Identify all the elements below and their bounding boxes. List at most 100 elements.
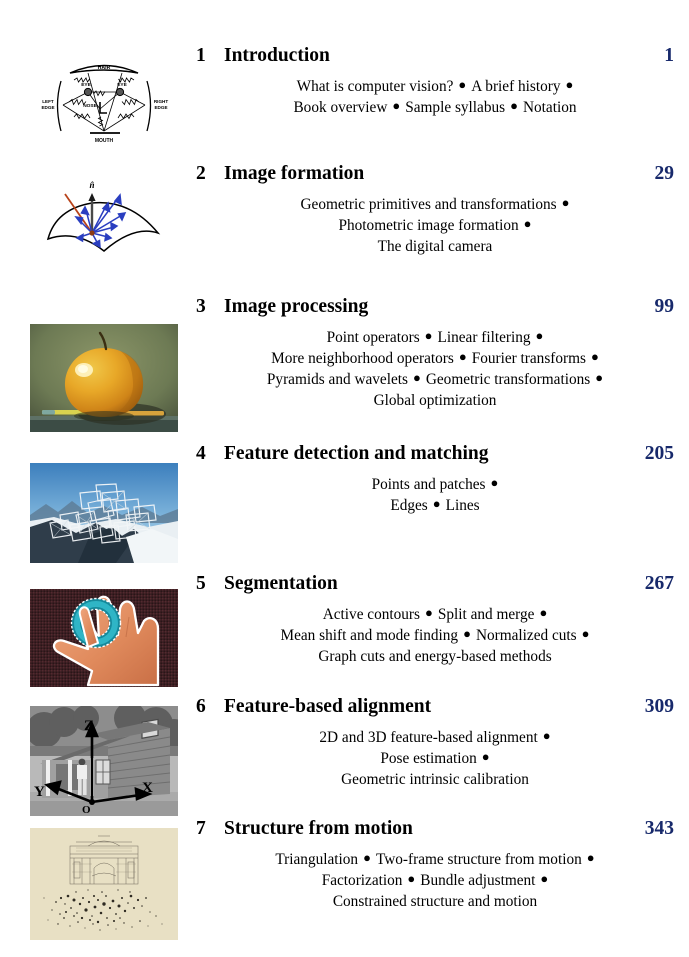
- chapter-heading-2[interactable]: 2 Image formation 29: [196, 163, 680, 185]
- topic-label[interactable]: Notation: [523, 99, 577, 116]
- topic-label[interactable]: Geometric intrinsic calibration: [341, 771, 529, 788]
- chapter-page-number: 343: [644, 818, 674, 839]
- chapter-thumbnail-3: [30, 324, 178, 432]
- topic-label[interactable]: Bundle adjustment: [420, 872, 535, 889]
- pictorial-structures-face-model-diagram: HAIR LEFT EDGE RIGHT EDGE EYE EYE NOSE M…: [30, 47, 178, 157]
- topic-line: Photometric image formation ●: [196, 215, 674, 236]
- chapter-topics-4: Points and patches ● Edges ● Lines: [196, 474, 680, 516]
- chapter-heading-3[interactable]: 3 Image processing 99: [196, 296, 680, 318]
- topic-label[interactable]: Triangulation: [275, 851, 358, 868]
- topic-label[interactable]: Pyramids and wavelets: [267, 371, 408, 388]
- svg-text:EDGE: EDGE: [41, 105, 54, 110]
- bullet-separator-icon: ●: [424, 328, 433, 343]
- topic-label[interactable]: What is computer vision?: [297, 78, 454, 95]
- topic-label[interactable]: Constrained structure and motion: [333, 893, 537, 910]
- svg-text:HAIR: HAIR: [98, 65, 111, 71]
- chapter-heading-7[interactable]: 7 Structure from motion 343: [196, 818, 680, 840]
- chapter-heading-6[interactable]: 6 Feature-based alignment 309: [196, 696, 680, 718]
- bullet-separator-icon: ●: [458, 349, 467, 364]
- topic-label[interactable]: Mean shift and mode finding: [281, 627, 459, 644]
- topic-line: Global optimization: [196, 390, 674, 411]
- topic-label[interactable]: Active contours: [323, 606, 420, 623]
- chapter-thumbnail-6: Z X Y O: [30, 706, 178, 816]
- bullet-separator-icon: ●: [581, 626, 590, 641]
- chapter-title: Introduction: [224, 45, 330, 66]
- bullet-separator-icon: ●: [510, 98, 518, 113]
- chapter-heading-4[interactable]: 4 Feature detection and matching 205: [196, 443, 680, 465]
- bullet-separator-icon: ●: [595, 370, 604, 385]
- topic-label[interactable]: Graph cuts and energy-based methods: [318, 648, 551, 665]
- chapter-title: Feature-based alignment: [224, 696, 432, 717]
- topic-label[interactable]: Points and patches: [372, 476, 486, 493]
- topic-label[interactable]: More neighborhood operators: [271, 350, 454, 367]
- svg-text:EYE: EYE: [117, 82, 127, 88]
- topic-label[interactable]: Pose estimation: [380, 750, 476, 767]
- topic-label[interactable]: Normalized cuts: [476, 627, 577, 644]
- bullet-separator-icon: ●: [590, 349, 599, 364]
- topic-label[interactable]: Geometric transformations: [426, 371, 590, 388]
- bullet-separator-icon: ●: [463, 626, 471, 641]
- chapter-topics-6: 2D and 3D feature-based alignment ● Pose e…: [196, 727, 680, 790]
- chapter-heading-1[interactable]: 1 Introduction 1: [196, 45, 680, 67]
- topic-label[interactable]: Fourier transforms: [472, 350, 586, 367]
- topic-label[interactable]: Linear filtering: [438, 329, 531, 346]
- chapter-thumbnail-5: [30, 589, 178, 687]
- topic-line: Book overview ● Sample syllabus ● Notation: [196, 97, 674, 118]
- chapter-page-number: 309: [644, 696, 674, 717]
- topic-label[interactable]: Two-frame structure from motion: [376, 851, 582, 868]
- chapter-title: Image formation: [224, 163, 365, 184]
- chapter-text-6: 6 Feature-based alignment 309 2D and 3D …: [196, 696, 680, 790]
- svg-text:RIGHT: RIGHT: [154, 99, 168, 104]
- bullet-separator-icon: ●: [407, 871, 416, 886]
- bullet-separator-icon: ●: [542, 728, 551, 743]
- chapter-thumbnail-7: [30, 828, 178, 940]
- topic-label[interactable]: Factorization: [322, 872, 403, 889]
- bullet-separator-icon: ●: [535, 328, 544, 343]
- chapter-text-4: 4 Feature detection and matching 205 Poi…: [196, 443, 680, 516]
- topic-label[interactable]: Split and merge: [438, 606, 535, 623]
- svg-text:Z: Z: [84, 718, 94, 734]
- topic-label[interactable]: 2D and 3D feature-based alignment: [319, 729, 537, 746]
- chapter-thumbnail-4: [30, 463, 178, 563]
- svg-text:EYE: EYE: [81, 82, 91, 88]
- svg-text:n̂: n̂: [89, 180, 94, 190]
- topic-label[interactable]: The digital camera: [378, 238, 493, 255]
- chapter-number: 5: [196, 573, 206, 594]
- chapter-topics-5: Active contours ● Split and merge ● Mean shi…: [196, 604, 680, 667]
- topic-line: The digital camera: [196, 236, 674, 257]
- topic-line: Pose estimation ●: [196, 748, 674, 769]
- chapter-number: 4: [196, 443, 206, 464]
- chapter-title: Feature detection and matching: [224, 443, 489, 464]
- brdf-surface-reflection-diagram: n̂: [30, 173, 178, 273]
- topic-label[interactable]: Edges: [390, 497, 427, 514]
- topic-label[interactable]: Sample syllabus: [405, 99, 505, 116]
- topic-label[interactable]: Global optimization: [374, 392, 497, 409]
- topic-line: What is computer vision? ● A brief history…: [196, 76, 674, 97]
- topic-line: More neighborhood operators ● Fourier tran…: [196, 348, 674, 369]
- chapter-number: 7: [196, 818, 206, 839]
- chapter-page-number: 267: [644, 573, 674, 594]
- topic-label[interactable]: Point operators: [327, 329, 420, 346]
- bullet-separator-icon: ●: [363, 850, 371, 865]
- topic-label[interactable]: Lines: [446, 497, 480, 514]
- bullet-separator-icon: ●: [523, 216, 532, 231]
- topic-label[interactable]: Book overview: [293, 99, 387, 116]
- topic-line: Pyramids and wavelets ● Geometric transfor…: [196, 369, 674, 390]
- svg-text:NOSE: NOSE: [83, 103, 97, 109]
- topic-line: Mean shift and mode finding ● Normalized c…: [196, 625, 674, 646]
- svg-text:LEFT: LEFT: [42, 99, 54, 104]
- bullet-separator-icon: ●: [392, 98, 401, 113]
- topic-label[interactable]: Geometric primitives and transformations: [300, 196, 556, 213]
- topic-label[interactable]: Photometric image formation: [339, 217, 519, 234]
- chapter-text-1: 1 Introduction 1 What is computer vision…: [196, 45, 680, 118]
- bullet-separator-icon: ●: [412, 370, 421, 385]
- topic-label[interactable]: A brief history: [471, 78, 560, 95]
- chapter-text-3: 3 Image processing 99 Point operators ● Li…: [196, 296, 680, 411]
- topic-line: Factorization ● Bundle adjustment ●: [196, 870, 674, 891]
- feature-patches-on-mountain-photograph: [30, 463, 178, 563]
- bullet-separator-icon: ●: [458, 77, 467, 92]
- chapter-title: Structure from motion: [224, 818, 413, 839]
- chapter-page-number: 29: [654, 163, 675, 184]
- chapter-number: 3: [196, 296, 206, 317]
- chapter-heading-5[interactable]: 5 Segmentation 267: [196, 573, 680, 595]
